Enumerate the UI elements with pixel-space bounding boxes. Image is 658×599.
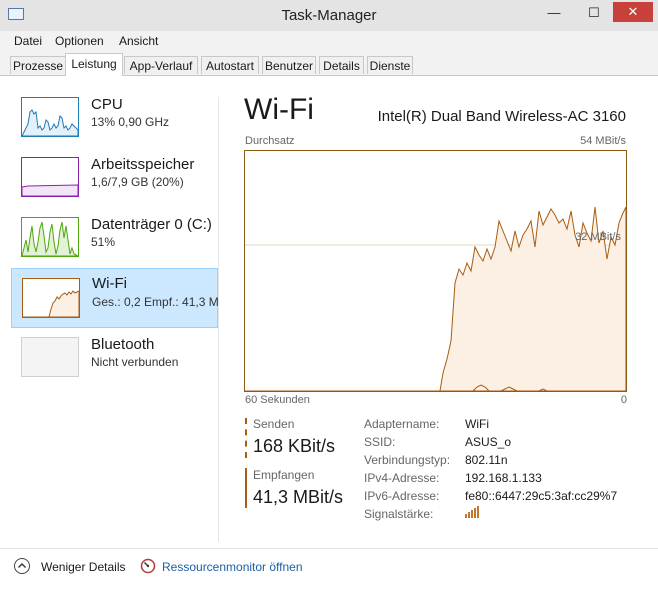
detail-key-signalstaerke: Signalstärke: bbox=[364, 507, 434, 521]
tab-benutzer[interactable]: Benutzer bbox=[262, 56, 316, 74]
panel-splitter[interactable] bbox=[218, 97, 219, 542]
sidebar-item-subtitle: Ges.: 0,2 Empf.: 41,3 MBit/s bbox=[92, 295, 218, 309]
tab-bar: Prozesse Leistung App-Verlauf Autostart … bbox=[0, 51, 658, 76]
menu-bar: Datei Optionen Ansicht bbox=[0, 31, 658, 51]
detail-value-adaptername: WiFi bbox=[465, 417, 489, 431]
sidebar-item-bluetooth[interactable]: Bluetooth Nicht verbunden bbox=[11, 330, 218, 388]
tab-autostart[interactable]: Autostart bbox=[201, 56, 259, 74]
graph-x-right-label: 0 bbox=[620, 394, 627, 406]
bluetooth-thumbnail-graph bbox=[21, 337, 79, 377]
sidebar-item-wifi[interactable]: Wi-Fi Ges.: 0,2 Empf.: 41,3 MBit/s bbox=[11, 268, 218, 328]
close-button[interactable]: ✕ bbox=[613, 2, 653, 22]
sidebar-item-subtitle: 51% bbox=[91, 235, 116, 249]
detail-value-ipv6: fe80::6447:29c5:3af:cc29%7 bbox=[465, 489, 618, 503]
sidebar-item-label: Bluetooth bbox=[91, 336, 155, 353]
footer-divider bbox=[0, 548, 658, 549]
tab-app-verlauf[interactable]: App-Verlauf bbox=[124, 56, 198, 74]
memory-thumbnail-graph bbox=[21, 157, 79, 197]
tab-prozesse[interactable]: Prozesse bbox=[10, 56, 66, 74]
throughput-graph: 32 MBit/s bbox=[244, 150, 627, 392]
minimize-button[interactable]: — bbox=[541, 4, 567, 22]
adapter-name: Intel(R) Dual Band Wireless-AC 3160 bbox=[377, 108, 626, 125]
sidebar-item-subtitle: 13% 0,90 GHz bbox=[91, 115, 170, 129]
maximize-button[interactable]: ☐ bbox=[581, 4, 607, 22]
menu-ansicht[interactable]: Ansicht bbox=[119, 34, 158, 48]
weniger-details-button[interactable]: Weniger Details bbox=[41, 560, 125, 574]
title-bar: Task-Manager — ☐ ✕ bbox=[0, 0, 658, 32]
sidebar-item-subtitle: 1,6/7,9 GB (20%) bbox=[91, 175, 184, 189]
menu-datei[interactable]: Datei bbox=[14, 34, 42, 48]
tab-details[interactable]: Details bbox=[319, 56, 364, 74]
detail-value-ssid: ASUS_o bbox=[465, 435, 512, 449]
detail-key-ssid: SSID: bbox=[364, 435, 396, 449]
disk-thumbnail-graph bbox=[21, 217, 79, 257]
wifi-thumbnail-graph bbox=[22, 278, 80, 318]
sidebar-item-label: Wi-Fi bbox=[92, 275, 127, 292]
cpu-thumbnail-graph bbox=[21, 97, 79, 137]
graph-label: Durchsatz bbox=[245, 135, 295, 147]
graph-x-left-label: 60 Sekunden bbox=[245, 394, 310, 406]
graph-mid-label: 32 MBit/s bbox=[575, 231, 621, 243]
send-label: Senden bbox=[253, 417, 295, 431]
chevron-up-icon[interactable] bbox=[14, 558, 30, 574]
resource-monitor-icon bbox=[140, 558, 156, 574]
sidebar-item-label: CPU bbox=[91, 96, 123, 113]
detail-value-ipv4: 192.168.1.133 bbox=[465, 471, 542, 485]
sidebar-item-arbeitsspeicher[interactable]: Arbeitsspeicher 1,6/7,9 GB (20%) bbox=[11, 150, 218, 208]
tab-dienste[interactable]: Dienste bbox=[367, 56, 413, 74]
send-indicator bbox=[245, 418, 247, 458]
detail-key-ipv4: IPv4-Adresse: bbox=[364, 471, 440, 485]
detail-key-ipv6: IPv6-Adresse: bbox=[364, 489, 440, 503]
detail-key-adaptername: Adaptername: bbox=[364, 417, 440, 431]
signal-strength-icon bbox=[465, 505, 481, 518]
tab-leistung[interactable]: Leistung bbox=[65, 53, 123, 76]
menu-optionen[interactable]: Optionen bbox=[55, 34, 104, 48]
detail-value-verbindungstyp: 802.11n bbox=[465, 453, 508, 467]
send-value: 168 KBit/s bbox=[253, 436, 336, 456]
graph-max-label: 54 MBit/s bbox=[580, 135, 626, 147]
detail-key-verbindungstyp: Verbindungstyp: bbox=[364, 453, 451, 467]
sidebar-item-cpu[interactable]: CPU 13% 0,90 GHz bbox=[11, 90, 218, 148]
sidebar-item-subtitle: Nicht verbunden bbox=[91, 355, 179, 369]
page-title: Wi-Fi bbox=[244, 93, 314, 126]
receive-value: 41,3 MBit/s bbox=[253, 487, 344, 507]
sidebar-item-label: Arbeitsspeicher bbox=[91, 156, 195, 173]
sidebar-item-datentraeger[interactable]: Datenträger 0 (C:) 51% bbox=[11, 210, 218, 268]
sidebar-item-label: Datenträger 0 (C:) bbox=[91, 216, 212, 233]
receive-label: Empfangen bbox=[253, 468, 315, 482]
receive-indicator bbox=[245, 468, 247, 508]
ressourcenmonitor-link[interactable]: Ressourcenmonitor öffnen bbox=[162, 560, 303, 574]
